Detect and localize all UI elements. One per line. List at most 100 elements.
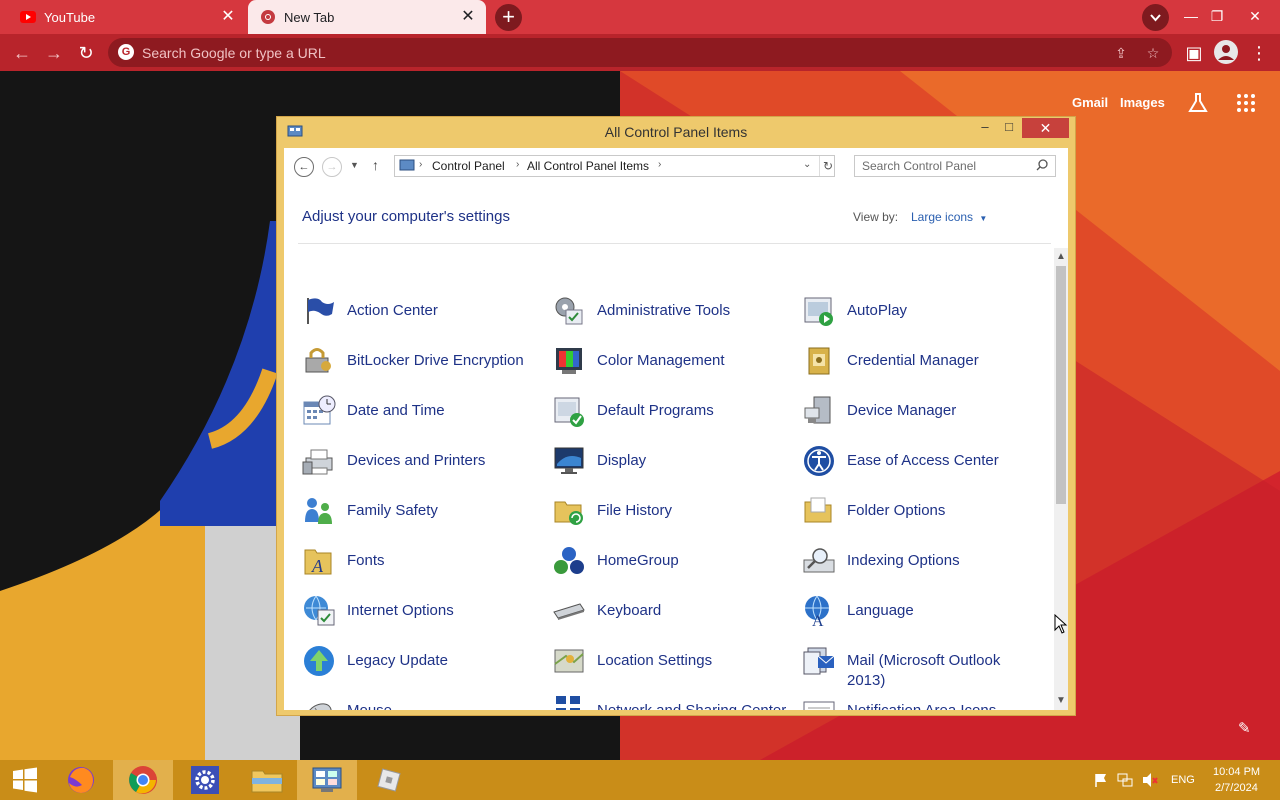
item-legacy-update[interactable]: Legacy Update — [302, 644, 542, 684]
labs-flask-icon[interactable] — [1186, 91, 1210, 115]
item-date-and-time[interactable]: Date and Time — [302, 394, 542, 434]
display-icon — [554, 447, 584, 474]
file-explorer-taskbar-button[interactable] — [237, 760, 297, 800]
action-center-flag-icon[interactable] — [1093, 772, 1109, 788]
item-indexing-options[interactable]: Indexing Options — [802, 544, 1042, 584]
item-notification-area-icons[interactable]: Notification Area Icons — [802, 694, 1042, 710]
breadcrumb[interactable]: › Control Panel › All Control Panel Item… — [394, 155, 835, 177]
item-mail[interactable]: Mail (Microsoft Outlook 2013) — [802, 644, 1042, 689]
address-bar[interactable]: G Search Google or type a URL ⇪ ☆ — [108, 38, 1172, 67]
network-icon — [556, 696, 580, 710]
control-panel-taskbar-button[interactable] — [297, 760, 357, 800]
firefox-taskbar-button[interactable] — [51, 760, 111, 800]
youtube-icon — [20, 9, 36, 25]
search-input[interactable]: Search Control Panel — [854, 155, 1056, 177]
tab-strip: YouTube ✕ New Tab ✕ + — ❐ ✕ — [0, 0, 1280, 34]
close-button[interactable]: ✕ — [1022, 118, 1069, 138]
item-language[interactable]: A Language — [802, 594, 1042, 634]
forward-button[interactable]: → — [41, 40, 67, 66]
item-internet-options[interactable]: Internet Options — [302, 594, 542, 634]
item-color-management[interactable]: Color Management — [552, 344, 792, 384]
file-history-icon — [554, 501, 583, 525]
item-action-center[interactable]: Action Center — [302, 294, 542, 334]
printer-icon — [302, 449, 333, 475]
vertical-scrollbar[interactable]: ▲ ▼ — [1054, 248, 1068, 710]
profile-avatar[interactable] — [1214, 40, 1238, 64]
network-tray-icon[interactable] — [1117, 772, 1133, 788]
scroll-thumb[interactable] — [1056, 266, 1066, 504]
notification-icon — [803, 701, 835, 710]
item-autoplay[interactable]: AutoPlay — [802, 294, 1042, 334]
view-by-dropdown[interactable]: Large icons ▼ — [911, 210, 987, 224]
close-tab-icon[interactable]: ✕ — [458, 7, 478, 27]
clock-time[interactable]: 10:04 PM — [1213, 766, 1260, 778]
mouse-icon — [306, 703, 332, 710]
svg-text:A: A — [812, 613, 824, 628]
item-ease-of-access[interactable]: Ease of Access Center — [802, 444, 1042, 484]
divider — [819, 156, 820, 176]
volume-muted-icon[interactable] — [1142, 772, 1158, 788]
gmail-link[interactable]: Gmail — [1072, 95, 1108, 110]
tab-search-button[interactable] — [1142, 4, 1169, 31]
item-default-programs[interactable]: Default Programs — [552, 394, 792, 434]
folder-options-icon — [804, 497, 832, 523]
reload-button[interactable]: ↻ — [73, 40, 99, 66]
address-dropdown-icon[interactable]: ⌄ — [803, 159, 811, 170]
share-icon[interactable]: ⇪ — [1112, 45, 1130, 63]
item-devices-and-printers[interactable]: Devices and Printers — [302, 444, 542, 484]
new-tab-button[interactable]: + — [495, 4, 522, 31]
recent-locations-chevron-icon[interactable]: ▼ — [350, 160, 359, 170]
credential-icon — [808, 347, 830, 375]
search-icon[interactable] — [1036, 159, 1048, 174]
back-button[interactable]: ← — [9, 40, 35, 66]
item-administrative-tools[interactable]: Administrative Tools — [552, 294, 792, 334]
item-network-and-sharing[interactable]: Network and Sharing Center — [552, 694, 792, 710]
roblox-taskbar-button[interactable] — [359, 760, 419, 800]
mail-icon — [803, 647, 835, 675]
minimize-button[interactable]: – — [975, 119, 995, 139]
chrome-taskbar-button[interactable] — [113, 760, 173, 800]
images-link[interactable]: Images — [1120, 95, 1165, 110]
forward-button[interactable]: → — [322, 157, 342, 177]
window-titlebar[interactable]: All Control Panel Items – □ ✕ — [277, 117, 1075, 147]
breadcrumb-all-items[interactable]: All Control Panel Items — [527, 159, 649, 173]
admin-tools-icon — [555, 297, 583, 325]
item-display[interactable]: Display — [552, 444, 792, 484]
menu-icon[interactable]: ⋮ — [1246, 40, 1272, 66]
bookmark-star-icon[interactable]: ☆ — [1144, 45, 1162, 63]
maximize-button[interactable]: □ — [999, 119, 1019, 139]
back-button[interactable]: ← — [294, 157, 314, 177]
item-device-manager[interactable]: Device Manager — [802, 394, 1042, 434]
item-file-history[interactable]: File History — [552, 494, 792, 534]
breadcrumb-control-panel[interactable]: Control Panel — [432, 159, 505, 173]
clock-date[interactable]: 2/7/2024 — [1215, 782, 1258, 794]
item-homegroup[interactable]: HomeGroup — [552, 544, 792, 584]
item-location-settings[interactable]: Location Settings — [552, 644, 792, 684]
item-bitlocker[interactable]: BitLocker Drive Encryption — [302, 344, 542, 384]
item-mouse[interactable]: Mouse — [302, 694, 542, 710]
apps-grid-icon[interactable] — [1236, 93, 1256, 113]
input-language-indicator[interactable]: ENG — [1171, 774, 1195, 786]
folder-icon — [251, 770, 283, 793]
item-folder-options[interactable]: Folder Options — [802, 494, 1042, 534]
item-family-safety[interactable]: Family Safety — [302, 494, 542, 534]
tab-youtube[interactable]: YouTube ✕ — [8, 0, 246, 34]
close-window-button[interactable]: ✕ — [1232, 0, 1278, 34]
item-keyboard[interactable]: Keyboard — [552, 594, 792, 634]
item-credential-manager[interactable]: Credential Manager — [802, 344, 1042, 384]
up-arrow-icon[interactable]: ↑ — [372, 157, 379, 173]
close-tab-icon[interactable]: ✕ — [218, 7, 238, 27]
side-panel-icon[interactable]: ▣ — [1181, 40, 1207, 66]
customize-pencil-icon[interactable]: ✎ — [1238, 719, 1256, 737]
tab-new-tab[interactable]: New Tab ✕ — [248, 0, 486, 34]
homegroup-icon — [554, 547, 584, 574]
start-button[interactable] — [0, 760, 50, 800]
cursor-icon — [1054, 613, 1068, 634]
settings-taskbar-button[interactable] — [175, 760, 235, 800]
taskbar: ENG 10:04 PM 2/7/2024 — [0, 760, 1280, 800]
scroll-down-icon[interactable]: ▼ — [1054, 694, 1068, 708]
legacy-update-icon — [304, 646, 334, 676]
item-fonts[interactable]: A Fonts — [302, 544, 542, 584]
scroll-up-icon[interactable]: ▲ — [1054, 250, 1068, 264]
refresh-icon[interactable]: ↻ — [823, 159, 833, 173]
